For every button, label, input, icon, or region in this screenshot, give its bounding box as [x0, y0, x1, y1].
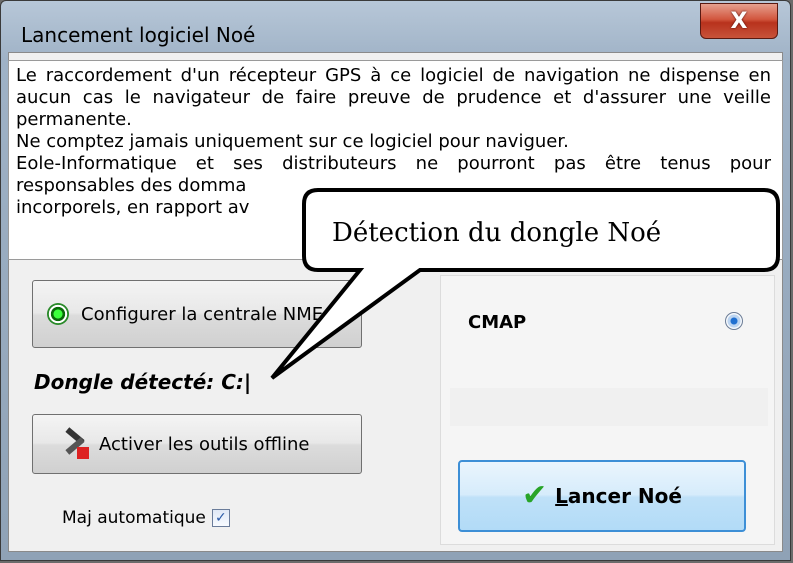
disclaimer-line: incorporels, en rapport av — [16, 197, 250, 218]
dongle-status: Dongle détecté: C:| — [34, 370, 252, 394]
disclaimer-line: Ne comptez jamais uniquement sur ce logi… — [16, 131, 569, 152]
launch-noe-accelerator: L — [555, 484, 568, 508]
disclaimer-line: Le raccordement d'un récepteur GPS à ce … — [16, 65, 771, 130]
disclaimer-text: Le raccordement d'un récepteur GPS à ce … — [16, 65, 771, 219]
activate-offline-tools-label: Activer les outils offline — [99, 433, 310, 455]
auto-update-label: Maj automatique — [62, 508, 206, 528]
map-source-empty-row — [450, 388, 768, 426]
launch-noe-button[interactable]: ✔ Lancer Noé — [458, 460, 746, 532]
cmap-radio[interactable] — [725, 312, 743, 330]
radio-target-icon — [47, 303, 69, 325]
checkmark-icon: ✔ — [522, 478, 548, 513]
title-bar[interactable]: Lancement logiciel Noé X — [1, 1, 790, 53]
tools-icon — [63, 427, 89, 459]
close-icon: X — [730, 8, 748, 34]
configure-nmea-label: Configurer la centrale NME — [81, 303, 324, 325]
auto-update-checkbox[interactable]: ✓ — [211, 509, 230, 527]
cmap-label: CMAP — [468, 312, 527, 333]
configure-nmea-button[interactable]: Configurer la centrale NME — [32, 280, 362, 348]
launch-noe-label: ancer Noé — [567, 484, 682, 508]
activate-offline-tools-button[interactable]: Activer les outils offline — [32, 414, 362, 474]
disclaimer-line: Eole-Informatique et ses distributeurs n… — [16, 153, 771, 196]
auto-update-row: Maj automatique ✓ — [62, 508, 230, 528]
window-title: Lancement logiciel Noé — [21, 23, 256, 47]
callout-text: Détection du dongle Noé — [332, 218, 662, 248]
close-button[interactable]: X — [700, 3, 778, 39]
